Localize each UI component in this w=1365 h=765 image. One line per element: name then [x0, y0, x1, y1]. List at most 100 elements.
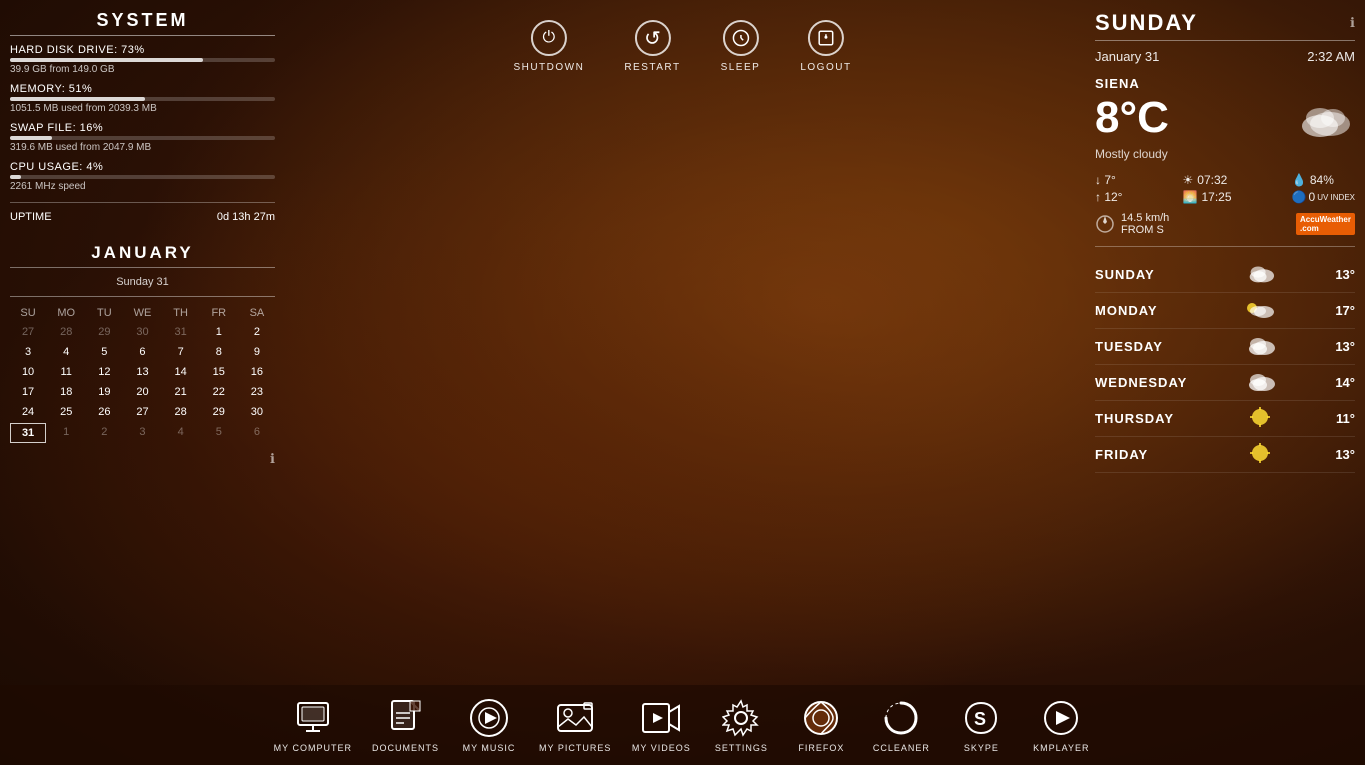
- dock-documents[interactable]: DOCUMENTS: [372, 697, 439, 753]
- uv-icon: 🔵: [1292, 190, 1307, 204]
- my-music-icon: [468, 697, 510, 739]
- hdd-detail: 39.9 GB from 149.0 GB: [10, 64, 275, 75]
- cal-cell: 21: [163, 383, 199, 401]
- calendar-grid: SU MO TU WE TH FR SA 27 28 29 30 31 1 2 …: [10, 305, 275, 443]
- cal-cell: 29: [201, 403, 237, 421]
- wind-speed: 14.5 km/h: [1121, 212, 1169, 224]
- uv-label: UV INDEX: [1317, 193, 1355, 202]
- cal-cell: 26: [86, 403, 122, 421]
- dock-my-music[interactable]: MY MUSIC: [459, 697, 519, 753]
- forecast-divider: [1095, 246, 1355, 247]
- hdd-progress-fill: [10, 58, 203, 62]
- forecast-temp-wednesday: 14°: [1315, 375, 1355, 390]
- weather-cloud-icon: [1285, 96, 1355, 141]
- cpu-progress-bar: [10, 175, 275, 179]
- cal-cell: 24: [10, 403, 46, 421]
- documents-label: DOCUMENTS: [372, 743, 439, 753]
- cal-cell: 22: [201, 383, 237, 401]
- dock-my-computer[interactable]: MY COMPUTER: [274, 697, 352, 753]
- cal-cell: 3: [10, 343, 46, 361]
- weather-high: ↑ 12°: [1095, 190, 1122, 204]
- cal-divider-bottom: [10, 296, 275, 297]
- weather-date-time-row: January 31 2:32 AM: [1095, 49, 1355, 64]
- forecast-day-friday: FRIDAY: [1095, 447, 1205, 462]
- forecast-temp-monday: 17°: [1315, 303, 1355, 318]
- weather-description: Mostly cloudy: [1095, 147, 1355, 161]
- swap-detail: 319.6 MB used from 2047.9 MB: [10, 142, 275, 153]
- dock-skype[interactable]: S SKYPE: [951, 697, 1011, 753]
- system-title: SYSTEM: [10, 10, 275, 31]
- humidity-row: 💧 84%: [1292, 173, 1355, 187]
- documents-icon: [385, 697, 427, 739]
- cal-header-sa: SA: [239, 305, 275, 321]
- dock-my-pictures[interactable]: MY PICTURES: [539, 697, 611, 753]
- skype-icon: S: [960, 697, 1002, 739]
- cal-cell: 28: [48, 323, 84, 341]
- logout-label: LOGOUT: [800, 62, 851, 73]
- cal-cell: 7: [163, 343, 199, 361]
- dock-settings[interactable]: SETTINGS: [711, 697, 771, 753]
- cal-cell: 4: [163, 423, 199, 443]
- sleep-button[interactable]: SLEEP: [721, 20, 761, 73]
- cal-cell: 30: [239, 403, 275, 421]
- forecast-day-sunday: SUNDAY: [1095, 267, 1205, 282]
- cal-header-we: WE: [124, 305, 160, 321]
- cal-cell: 30: [124, 323, 160, 341]
- widgets-container: SYSTEM HARD DISK DRIVE: 73% 39.9 GB from…: [0, 0, 1365, 765]
- logout-button[interactable]: LOGOUT: [800, 20, 851, 73]
- dock-firefox[interactable]: FIREFOX: [791, 697, 851, 753]
- cal-cell: 2: [239, 323, 275, 341]
- cpu-progress-fill: [10, 175, 21, 179]
- dock-my-videos[interactable]: MY VIDEOS: [631, 697, 691, 753]
- memory-detail: 1051.5 MB used from 2039.3 MB: [10, 103, 275, 114]
- weather-current-day: SUNDAY: [1095, 10, 1198, 36]
- uptime-row: UPTIME 0d 13h 27m: [10, 202, 275, 223]
- forecast-day-thursday: THURSDAY: [1095, 411, 1205, 426]
- ccleaner-label: CCLEANER: [873, 743, 930, 753]
- firefox-icon: [800, 697, 842, 739]
- uv-value: 0: [1309, 190, 1316, 204]
- dock-ccleaner[interactable]: CCLEANER: [871, 697, 931, 753]
- weather-location: SIENA: [1095, 76, 1355, 91]
- weather-temp-range: ↓ 7° ↑ 12°: [1095, 173, 1122, 204]
- cal-cell: 31: [163, 323, 199, 341]
- cal-cell: 16: [239, 363, 275, 381]
- forecast-row-tuesday: TUESDAY 13°: [1095, 329, 1355, 365]
- system-buttons-bar: ⏻ SHUTDOWN ↺ RESTART SLEEP: [513, 20, 851, 73]
- weather-temp-row: 8°C: [1095, 93, 1355, 143]
- forecast-row-thursday: THURSDAY 11°: [1095, 401, 1355, 437]
- calendar-subtitle: Sunday 31: [10, 276, 275, 288]
- swap-progress-bar: [10, 136, 275, 140]
- uv-row: 🔵 0 UV INDEX: [1292, 190, 1355, 204]
- shutdown-button[interactable]: ⏻ SHUTDOWN: [513, 20, 584, 73]
- weather-wind-row: 14.5 km/h FROM S AccuWeather.com: [1095, 212, 1355, 236]
- sunrise-time: 07:32: [1197, 173, 1227, 187]
- cpu-label: CPU USAGE: 4%: [10, 161, 275, 173]
- cal-cell: 23: [239, 383, 275, 401]
- forecast-day-wednesday: WEDNESDAY: [1095, 375, 1205, 390]
- skype-label: SKYPE: [964, 743, 999, 753]
- weather-sun-times: ☀ 07:32 🌅 17:25: [1183, 173, 1232, 204]
- weather-date: January 31: [1095, 49, 1159, 64]
- weather-humidity-uv: 💧 84% 🔵 0 UV INDEX: [1292, 173, 1355, 204]
- ccleaner-icon: [880, 697, 922, 739]
- dock-kmplayer[interactable]: KMPLAYER: [1031, 697, 1091, 753]
- cal-cell: 3: [124, 423, 160, 443]
- forecast-icon-tuesday: [1243, 334, 1278, 359]
- cal-cell: 29: [86, 323, 122, 341]
- cal-header-su: SU: [10, 305, 46, 321]
- weather-header: SUNDAY ℹ: [1095, 10, 1355, 36]
- my-pictures-icon: [554, 697, 596, 739]
- cal-cell: 6: [124, 343, 160, 361]
- cal-cell: 4: [48, 343, 84, 361]
- taskbar-dock: MY COMPUTER DOCUMENTS: [0, 685, 1365, 765]
- forecast-icon-wednesday: [1243, 370, 1278, 395]
- wind-dir: FROM S: [1121, 224, 1169, 236]
- cal-cell: 9: [239, 343, 275, 361]
- memory-progress-fill: [10, 97, 145, 101]
- forecast-row-friday: FRIDAY 13°: [1095, 437, 1355, 473]
- cal-header-tu: TU: [86, 305, 122, 321]
- restart-button[interactable]: ↺ RESTART: [624, 20, 680, 73]
- cal-cell: 5: [86, 343, 122, 361]
- memory-progress-bar: [10, 97, 275, 101]
